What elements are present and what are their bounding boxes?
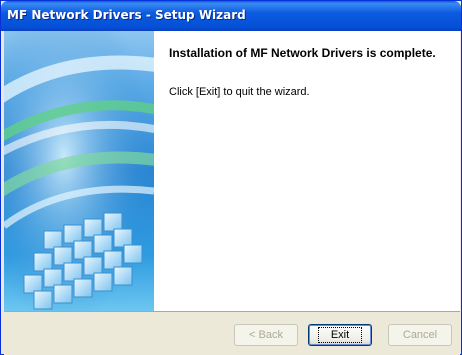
exit-button-label: Exit bbox=[317, 327, 363, 343]
completion-message: Click [Exit] to quit the wizard. bbox=[169, 86, 310, 98]
banner-artwork bbox=[4, 31, 154, 311]
exit-button[interactable]: Exit bbox=[308, 324, 372, 346]
wizard-button-bar: < Back Exit Cancel bbox=[4, 311, 460, 355]
wizard-banner-image bbox=[4, 31, 154, 311]
wizard-content-panel: Installation of MF Network Drivers is co… bbox=[154, 31, 460, 311]
completion-heading: Installation of MF Network Drivers is co… bbox=[169, 46, 436, 60]
cancel-button[interactable]: Cancel bbox=[388, 324, 452, 346]
back-button-label: < Back bbox=[249, 329, 283, 341]
title-bar[interactable]: MF Network Drivers - Setup Wizard bbox=[1, 1, 461, 31]
cancel-button-label: Cancel bbox=[402, 329, 438, 341]
back-button[interactable]: < Back bbox=[234, 324, 298, 346]
window-title: MF Network Drivers - Setup Wizard bbox=[7, 8, 246, 22]
setup-wizard-window: MF Network Drivers - Setup Wizard Instal… bbox=[0, 0, 462, 355]
